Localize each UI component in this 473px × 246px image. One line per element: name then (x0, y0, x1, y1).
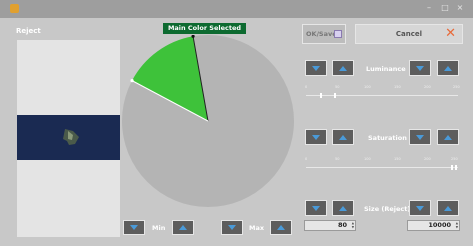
tick-label: 100 (364, 85, 371, 89)
save-icon (334, 30, 342, 38)
preview-object-icon (63, 129, 79, 145)
arrow-up-icon (444, 205, 452, 211)
tick-label: 0 (305, 157, 308, 161)
tick-label: 50 (335, 85, 340, 89)
tick-label: 250 (451, 157, 458, 161)
arrow-down-icon (416, 205, 424, 211)
tick-label: 200 (424, 157, 431, 161)
luminance-min-down-button[interactable] (305, 60, 327, 76)
tick-label: 200 (424, 85, 431, 89)
tick-label: 150 (394, 157, 401, 161)
arrow-up-icon (339, 205, 347, 211)
luminance-low-handle[interactable] (319, 93, 322, 98)
max-label: Max (249, 224, 265, 232)
saturation-max-up-button[interactable] (437, 129, 459, 145)
luminance-ticks: 0 50 100 150 200 250 (305, 85, 460, 90)
luminance-high-handle[interactable] (334, 93, 337, 98)
arrow-down-icon (416, 65, 424, 71)
maximize-icon[interactable]: □ (440, 2, 450, 14)
saturation-min-up-button[interactable] (332, 129, 354, 145)
arrow-down-icon (130, 225, 138, 230)
size-min-down-button[interactable] (305, 200, 327, 216)
size-min-up-button[interactable] (332, 200, 354, 216)
size-max-up-button[interactable] (437, 200, 459, 216)
arrow-up-icon (339, 65, 347, 71)
minimize-icon[interactable]: – (424, 2, 434, 14)
title-bar: – □ × (0, 0, 473, 18)
arrow-up-icon (277, 225, 285, 230)
size-max-value: 10000 (428, 221, 451, 229)
saturation-label: Saturation (368, 134, 407, 142)
saturation-ticks: 0 50 100 150 200 250 (305, 157, 458, 162)
arrow-up-icon (179, 225, 187, 230)
arrow-up-icon (444, 134, 452, 140)
app-icon (10, 4, 19, 13)
tick-label: 50 (335, 157, 340, 161)
arrow-up-icon (444, 65, 452, 71)
size-max-field[interactable]: 10000 ▲ ▼ (407, 220, 460, 231)
min-up-button[interactable] (172, 220, 194, 235)
tick-label: 0 (305, 85, 308, 89)
size-reject-label: Size (Reject) (364, 205, 411, 213)
main-window: – □ × Reject Main Color Selected OK/Save… (0, 0, 473, 246)
arrow-down-icon (312, 65, 320, 71)
cancel-x-icon: ✕ (445, 26, 456, 41)
luminance-min-up-button[interactable] (332, 60, 354, 76)
arrow-down-icon (228, 225, 236, 230)
reject-label: Reject (16, 27, 41, 35)
ok-save-label: OK/Save (306, 30, 337, 38)
max-down-button[interactable] (221, 220, 243, 235)
max-up-button[interactable] (270, 220, 292, 235)
ok-save-button[interactable]: OK/Save (302, 24, 346, 44)
arrow-down-icon (416, 134, 424, 140)
saturation-high-handle[interactable] (454, 165, 457, 170)
arrow-down-icon (312, 134, 320, 140)
size-min-value: 80 (337, 221, 347, 229)
saturation-slider-track[interactable] (306, 167, 458, 168)
saturation-low-handle[interactable] (450, 165, 453, 170)
spin-arrows-icon[interactable]: ▲ ▼ (453, 221, 458, 229)
size-min-field[interactable]: 80 ▲ ▼ (304, 220, 356, 231)
color-wheel[interactable] (120, 35, 300, 215)
luminance-max-down-button[interactable] (409, 60, 431, 76)
saturation-max-down-button[interactable] (409, 129, 431, 145)
cancel-label: Cancel (395, 30, 423, 38)
sector-handle-2[interactable] (130, 79, 134, 83)
chart-title: Main Color Selected (163, 23, 246, 34)
saturation-min-down-button[interactable] (305, 129, 327, 145)
arrow-down-icon (312, 205, 320, 211)
min-label: Min (152, 224, 166, 232)
tick-label: 150 (394, 85, 401, 89)
luminance-max-up-button[interactable] (437, 60, 459, 76)
luminance-slider-track[interactable] (306, 95, 458, 96)
preview-image (17, 115, 120, 160)
tick-label: 100 (364, 157, 371, 161)
luminance-label: Luminance (366, 65, 406, 73)
close-icon[interactable]: × (455, 2, 465, 14)
size-max-down-button[interactable] (409, 200, 431, 216)
cancel-button[interactable]: Cancel ✕ (355, 24, 463, 44)
arrow-up-icon (339, 134, 347, 140)
tick-label: 250 (453, 85, 460, 89)
min-down-button[interactable] (123, 220, 145, 235)
spin-arrows-icon[interactable]: ▲ ▼ (349, 221, 354, 229)
